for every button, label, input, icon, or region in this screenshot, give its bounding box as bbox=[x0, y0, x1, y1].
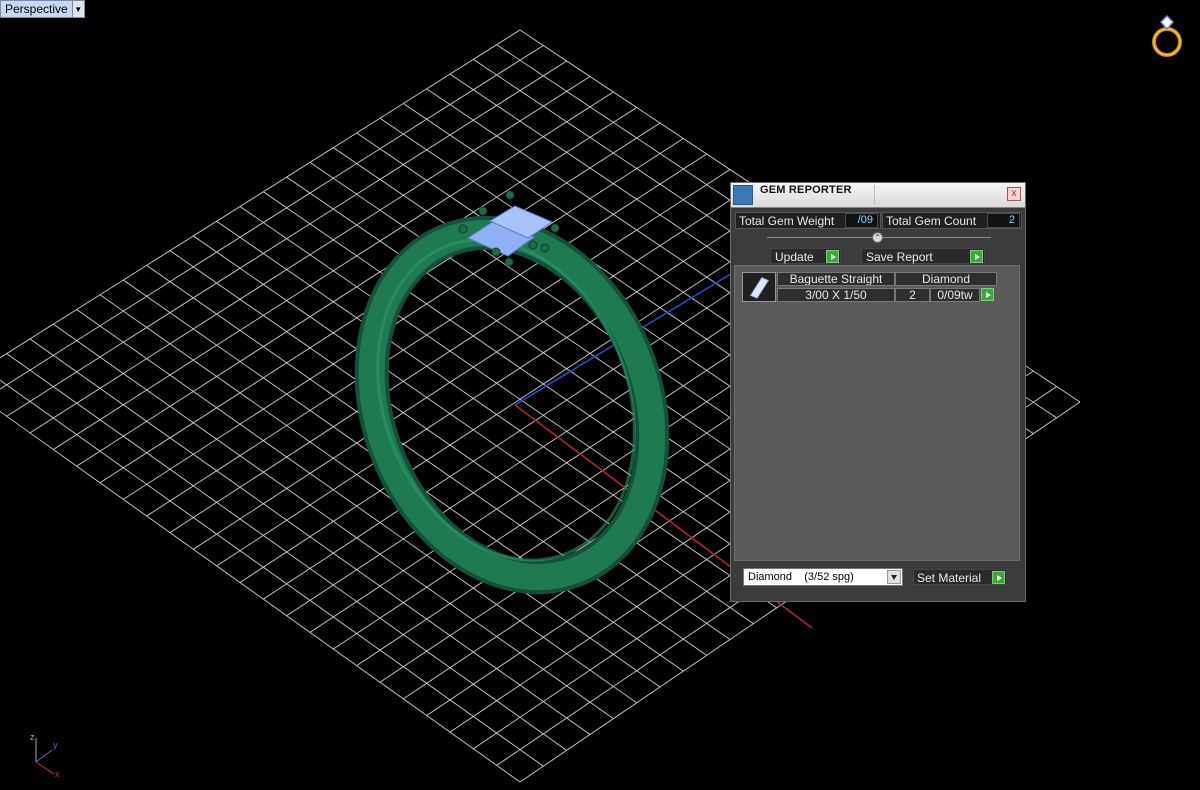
total-gem-count-value: 2 bbox=[987, 213, 1020, 228]
material-select[interactable]: Diamond (3/52 spg) bbox=[743, 568, 903, 586]
gem-count-cell: 2 bbox=[895, 288, 930, 302]
gem-reporter-panel: GEM REPORTER x Total Gem Weight /09 Tota… bbox=[730, 182, 1026, 602]
update-button-label: Update bbox=[775, 250, 814, 264]
play-icon[interactable] bbox=[826, 250, 839, 263]
gem-size-cell: 3/00 X 1/50 bbox=[777, 288, 895, 302]
chevron-down-icon[interactable]: ▼ bbox=[71, 1, 84, 17]
svg-text:z: z bbox=[30, 732, 35, 742]
gem-reporter-icon bbox=[733, 185, 753, 205]
set-material-button-label: Set Material bbox=[917, 571, 982, 585]
title-divider bbox=[874, 185, 875, 205]
ring-logo-icon[interactable] bbox=[1146, 12, 1186, 58]
total-gem-count-label: Total Gem Count bbox=[886, 214, 977, 228]
svg-text:y: y bbox=[53, 740, 58, 750]
play-icon[interactable] bbox=[981, 288, 994, 301]
gem-material-cell: Diamond bbox=[895, 272, 997, 286]
gem-list: Baguette Straight Diamond 3/00 X 1/50 2 … bbox=[734, 265, 1020, 561]
gem-reporter-title-bar[interactable]: GEM REPORTER x bbox=[731, 183, 1025, 208]
set-material-button[interactable]: Set Material bbox=[913, 569, 1007, 585]
play-icon[interactable] bbox=[992, 571, 1005, 584]
axis-indicator-icon: z y x bbox=[30, 732, 60, 779]
dropdown-arrow-icon[interactable] bbox=[887, 570, 901, 584]
total-gem-weight-value: /09 bbox=[845, 213, 878, 228]
update-button[interactable]: Update bbox=[770, 248, 841, 264]
collapse-knob-icon[interactable]: ⌃ bbox=[872, 232, 883, 243]
material-select-value: Diamond (3/52 spg) bbox=[748, 571, 854, 583]
gem-weight-cell: 0/09tw bbox=[930, 288, 980, 302]
save-report-button[interactable]: Save Report bbox=[861, 248, 985, 264]
baguette-gem-icon bbox=[742, 272, 776, 302]
save-report-button-label: Save Report bbox=[866, 250, 933, 264]
panel-title: GEM REPORTER bbox=[760, 184, 852, 196]
grid-line bbox=[239, 215, 801, 583]
total-gem-weight-label: Total Gem Weight bbox=[739, 214, 835, 228]
close-icon[interactable]: x bbox=[1007, 187, 1021, 201]
viewport-label[interactable]: Perspective bbox=[1, 1, 72, 17]
gem-shape-cell: Baguette Straight bbox=[777, 272, 895, 286]
svg-text:x: x bbox=[55, 769, 60, 779]
grid-line bbox=[0, 29, 521, 359]
viewport-menu[interactable]: Perspective ▼ bbox=[0, 0, 85, 18]
play-icon[interactable] bbox=[970, 250, 983, 263]
